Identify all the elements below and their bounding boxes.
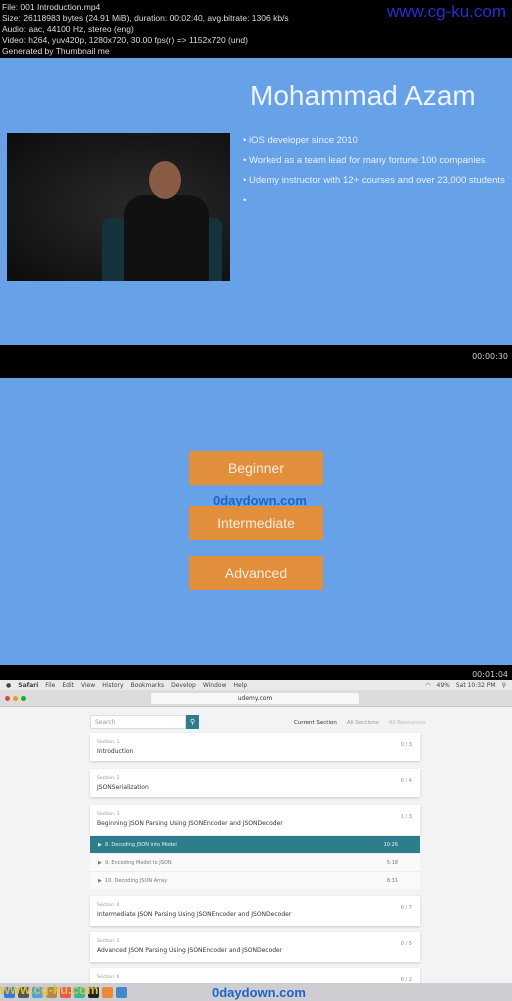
mac-menubar: ● Safari File Edit View History Bookmark… (0, 680, 512, 690)
bio-list: iOS developer since 2010 Worked as a tea… (243, 135, 505, 215)
search-input[interactable]: Search (90, 715, 186, 729)
lecture-title: 9. Encoding Model to JSON (105, 859, 172, 866)
section-label: Section: 6 (97, 975, 120, 980)
battery[interactable]: 49% (437, 682, 450, 689)
menu-app[interactable]: Safari (18, 682, 38, 689)
section-3[interactable]: Section: 3 Beginning JSON Parsing Using J… (90, 805, 420, 835)
lecture-item[interactable]: ▶ 9. Encoding Model to JSON 5:18 (90, 853, 420, 871)
lecture-title: 8. Decoding JSON into Model (105, 841, 177, 848)
menu-edit[interactable]: Edit (62, 682, 74, 689)
search-button[interactable]: ⚲ (186, 715, 199, 729)
file-info: File: 001 Introduction.mp4 Size: 2611898… (2, 2, 289, 57)
wifi-icon[interactable]: ◠ (425, 682, 430, 689)
menu-develop[interactable]: Develop (171, 682, 196, 689)
lecture-title: 10. Decoding JSON Array (105, 877, 168, 884)
frame-intro-slide: Mohammad Azam iOS developer since 2010 W… (0, 58, 512, 345)
play-icon: ▶ (98, 859, 106, 866)
info-line: Generated by Thumbnail me (2, 46, 110, 56)
section-1[interactable]: Section: 1 Introduction 0 / 3 (90, 733, 420, 761)
info-line: Video: h264, yuv420p, 1280x720, 30.00 fp… (2, 35, 248, 45)
bio-item (243, 195, 505, 206)
menu-bookmarks[interactable]: Bookmarks (131, 682, 165, 689)
bio-item: Udemy instructor with 12+ courses and ov… (243, 175, 505, 186)
tab-all-sections[interactable]: All Sections (347, 720, 379, 726)
lecture-item[interactable]: ▶ 10. Decoding JSON Array 8:31 (90, 871, 420, 889)
dock-app-icon[interactable] (102, 986, 113, 998)
menu-window[interactable]: Window (203, 682, 227, 689)
bio-item: Worked as a team lead for many fortune 1… (243, 155, 505, 166)
dock-app-icon[interactable] (116, 986, 127, 998)
menu-help[interactable]: Help (233, 682, 247, 689)
lecture-duration: 8:31 (386, 877, 398, 884)
lecture-item[interactable]: ▶ 8. Decoding JSON into Model 10:26 (90, 835, 420, 853)
lecture-duration: 5:18 (386, 859, 398, 866)
instructor-photo (7, 133, 230, 281)
watermark: www.cg-ku.com (386, 2, 506, 21)
info-line: File: 001 Introduction.mp4 (2, 2, 101, 12)
level-advanced: Advanced (189, 556, 323, 590)
menu-view[interactable]: View (81, 682, 95, 689)
slide-title: Mohammad Azam (250, 80, 476, 111)
section-count: 0 / 5 (400, 941, 412, 947)
watermark: 0daydown.com (212, 985, 306, 1000)
section-count: 1 / 3 (400, 814, 412, 820)
section-count: 0 / 4 (400, 778, 412, 784)
section-title: Advanced JSON Parsing Using JSONEncoder … (97, 947, 283, 954)
person-head (149, 161, 181, 199)
zoom-button[interactable] (21, 696, 26, 701)
section-count: 0 / 7 (400, 905, 412, 911)
frame-levels-slide: Beginner 0daydown.com Intermediate Advan… (0, 378, 512, 665)
play-icon: ▶ (98, 841, 106, 848)
section-title: Introduction (97, 748, 134, 755)
person (124, 195, 209, 281)
play-icon: ▶ (98, 877, 106, 884)
section-5[interactable]: Section: 5 Advanced JSON Parsing Using JS… (90, 932, 420, 962)
bio-item: iOS developer since 2010 (243, 135, 505, 146)
watermark: www.cg-ku.com (0, 982, 99, 997)
section-title: JSONSerialization (97, 784, 149, 791)
section-label: Section: 4 (97, 903, 120, 908)
timestamp: 00:01:04 (472, 670, 508, 679)
menu-file[interactable]: File (45, 682, 55, 689)
section-title: Beginning JSON Parsing Using JSONEncoder… (97, 820, 283, 827)
safari-toolbar: udemy.com (0, 690, 512, 707)
section-label: Section: 1 (97, 740, 120, 745)
section-count: 0 / 3 (400, 742, 412, 748)
info-line: Size: 26118983 bytes (24.91 MiB), durati… (2, 13, 289, 23)
level-beginner: Beginner (189, 451, 323, 485)
search-icon[interactable]: ⚲ (502, 682, 506, 689)
lecture-duration: 10:26 (383, 841, 398, 848)
section-4[interactable]: Section: 4 Intermediate JSON Parsing Usin… (90, 896, 420, 926)
apple-icon[interactable]: ● (6, 682, 11, 689)
section-label: Section: 3 (97, 812, 120, 817)
menu-history[interactable]: History (102, 682, 123, 689)
level-intermediate: Intermediate (189, 506, 323, 540)
frame-browser: ● Safari File Edit View History Bookmark… (0, 680, 512, 1001)
timestamp: 00:00:30 (472, 352, 508, 361)
info-line: Audio: aac, 44100 Hz, stereo (eng) (2, 24, 134, 34)
tab-all-resources[interactable]: All Resources (389, 720, 426, 726)
clock[interactable]: Sat 10:32 PM (456, 682, 496, 689)
section-title: Intermediate JSON Parsing Using JSONEnco… (97, 911, 292, 918)
tab-current-section[interactable]: Current Section (294, 720, 337, 726)
address-bar[interactable]: udemy.com (151, 693, 359, 704)
section-label: Section: 2 (97, 776, 120, 781)
section-2[interactable]: Section: 2 JSONSerialization 0 / 4 (90, 769, 420, 797)
minimize-button[interactable] (13, 696, 18, 701)
close-button[interactable] (5, 696, 10, 701)
section-label: Section: 5 (97, 939, 120, 944)
